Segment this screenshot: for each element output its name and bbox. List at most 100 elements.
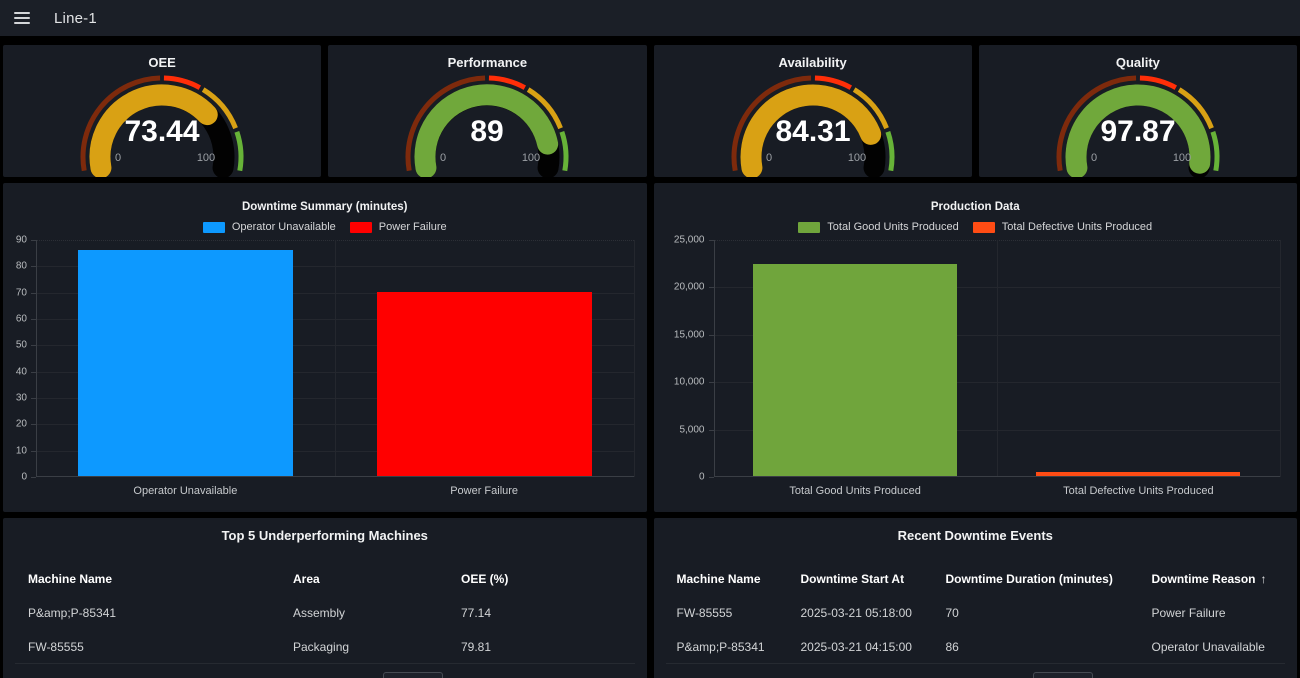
top5-underperforming-machines-panel: Top 5 Underperforming Machines Machine N… (3, 518, 647, 678)
gauge-max-label: 100 (522, 152, 540, 164)
table-cell: P&amp;P-85341 (677, 640, 801, 654)
recent-downtime-events-panel: Recent Downtime Events Machine Name Downt… (654, 518, 1298, 678)
gauge-panel-performance: Performance 89 0 100 (328, 45, 646, 177)
table-row: P&amp;P-853412025-03-21 04:15:0086Operat… (654, 630, 1298, 664)
downtime-summary-panel: Downtime Summary (minutes) Operator Unav… (3, 183, 647, 512)
downtime-events-table: Machine Name Downtime Start At Downtime Du… (654, 562, 1298, 664)
gauge-max-label: 100 (847, 152, 865, 164)
panel-title: Downtime Summary (minutes) (3, 201, 647, 213)
table-header-row: Machine Name Downtime Start At Downtime Du… (654, 562, 1298, 596)
gauge-row: OEE 73.440100 Performance 890100 Availab… (0, 45, 1300, 177)
legend-swatch-total-good-units-produced (798, 222, 820, 233)
legend-item-total-defective-units-produced[interactable]: Total Defective Units Produced (973, 221, 1152, 233)
column-header-machine-name[interactable]: Machine Name (28, 572, 293, 586)
table-pagination (666, 663, 1286, 678)
panel-title: Top 5 Underperforming Machines (3, 528, 647, 543)
table-cell: 70 (946, 606, 1152, 620)
y-tick-label: 90 (16, 235, 27, 246)
gauge-max-label: 100 (197, 152, 215, 164)
x-category-label: Operator Unavailable (36, 485, 335, 497)
legend-swatch-total-defective-units-produced (973, 222, 995, 233)
production-data-chart: 05,00010,00015,00020,00025,000Total Good… (714, 240, 1281, 477)
gauge-value-text: 84.31 (775, 115, 850, 148)
table-cell: 79.81 (461, 640, 647, 654)
table-cell: P&amp;P-85341 (28, 606, 293, 620)
table-cell: FW-85555 (28, 640, 293, 654)
vertical-gridline (634, 240, 635, 477)
column-header-downtime-duration-minutes[interactable]: Downtime Duration (minutes) (946, 572, 1152, 586)
gauge-value-text: 97.87 (1100, 115, 1175, 148)
table-pagination-button[interactable] (383, 672, 443, 678)
panel-title: Recent Downtime Events (654, 528, 1298, 543)
table-row: Top 5 Underperforming Machines Machine N… (0, 518, 1300, 678)
gauge-panel-quality: Quality 97.870 100 (979, 45, 1297, 177)
column-header-downtime-reason[interactable]: Downtime Reason↑ (1152, 572, 1298, 586)
y-tick-label: 80 (16, 261, 27, 272)
downtime-summary-chart: 0102030405060708090Operator UnavailableP… (36, 240, 634, 477)
hamburger-icon (14, 17, 30, 19)
y-tick-label: 60 (16, 313, 27, 324)
x-axis-line (36, 476, 634, 477)
vertical-gridline (1280, 240, 1281, 477)
performance-gauge: 89 0 100 (337, 69, 637, 177)
menu-toggle-button[interactable] (8, 4, 36, 32)
bar-total-defective-units-produced[interactable] (1036, 472, 1240, 476)
legend-item-operator-unavailable[interactable]: Operator Unavailable (203, 221, 336, 233)
availability-gauge: 84.310 100 (663, 69, 963, 177)
y-tick-label: 70 (16, 287, 27, 298)
column-header-oee[interactable]: OEE (%) (461, 572, 647, 586)
chart-legend: Total Good Units Produced Total Defective… (654, 221, 1298, 233)
table-cell: Packaging (293, 640, 461, 654)
gauge-panel-oee: OEE 73.440100 (3, 45, 321, 177)
bar-operator-unavailable[interactable] (78, 250, 293, 476)
x-category-label: Total Good Units Produced (714, 485, 997, 497)
y-tick-label: 25,000 (674, 235, 705, 246)
table-pagination-button[interactable] (1033, 672, 1093, 678)
gauge-max-label: 100 (1173, 152, 1191, 164)
y-tick-label: 0 (21, 472, 27, 483)
column-header-label: Machine Name (677, 572, 761, 586)
legend-item-total-good-units-produced[interactable]: Total Good Units Produced (798, 221, 958, 233)
table-cell: 2025-03-21 04:15:00 (801, 640, 946, 654)
legend-item-power-failure[interactable]: Power Failure (350, 221, 447, 233)
gauge-min-label: 0 (440, 152, 446, 164)
panel-title: Quality (979, 55, 1297, 70)
bar-power-failure[interactable] (377, 292, 592, 476)
vertical-gridline (335, 240, 336, 477)
y-tick-label: 5,000 (679, 424, 704, 435)
gauge-threshold-ring-segment (562, 132, 566, 171)
column-header-label: Downtime Start At (801, 572, 905, 586)
y-tick-label: 40 (16, 366, 27, 377)
y-tick-label: 50 (16, 340, 27, 351)
column-header-downtime-start-at[interactable]: Downtime Start At (801, 572, 946, 586)
table-row: P&amp;P-85341Assembly77.14 (3, 596, 647, 630)
production-data-panel: Production Data Total Good Units Produce… (654, 183, 1298, 512)
y-tick-label: 0 (699, 472, 705, 483)
gauge-min-label: 0 (766, 152, 772, 164)
y-axis-tick (709, 477, 714, 478)
y-tick-label: 10,000 (674, 377, 705, 388)
y-axis-tick (31, 477, 36, 478)
column-header-machine-name[interactable]: Machine Name (677, 572, 801, 586)
y-tick-label: 20,000 (674, 282, 705, 293)
y-tick-label: 15,000 (674, 329, 705, 340)
legend-label: Total Defective Units Produced (1002, 221, 1152, 233)
panel-title: Performance (328, 55, 646, 70)
panel-title: Production Data (654, 201, 1298, 213)
bar-total-good-units-produced[interactable] (753, 264, 957, 476)
gauge-threshold-ring-segment (1213, 132, 1217, 171)
y-axis-line (36, 240, 37, 477)
table-cell: Assembly (293, 606, 461, 620)
chart-legend: Operator Unavailable Power Failure (3, 221, 647, 233)
gauge-value-text: 89 (471, 115, 504, 148)
top-navigation-bar: Line-1 (0, 0, 1300, 36)
table-pagination (15, 663, 635, 678)
gauge-threshold-ring-segment (237, 132, 241, 171)
column-header-label: Area (293, 572, 320, 586)
column-header-area[interactable]: Area (293, 572, 461, 586)
y-tick-label: 30 (16, 392, 27, 403)
legend-label: Total Good Units Produced (827, 221, 958, 233)
gauge-min-label: 0 (1091, 152, 1097, 164)
dashboard-title: Line-1 (54, 10, 97, 27)
y-tick-label: 20 (16, 419, 27, 430)
